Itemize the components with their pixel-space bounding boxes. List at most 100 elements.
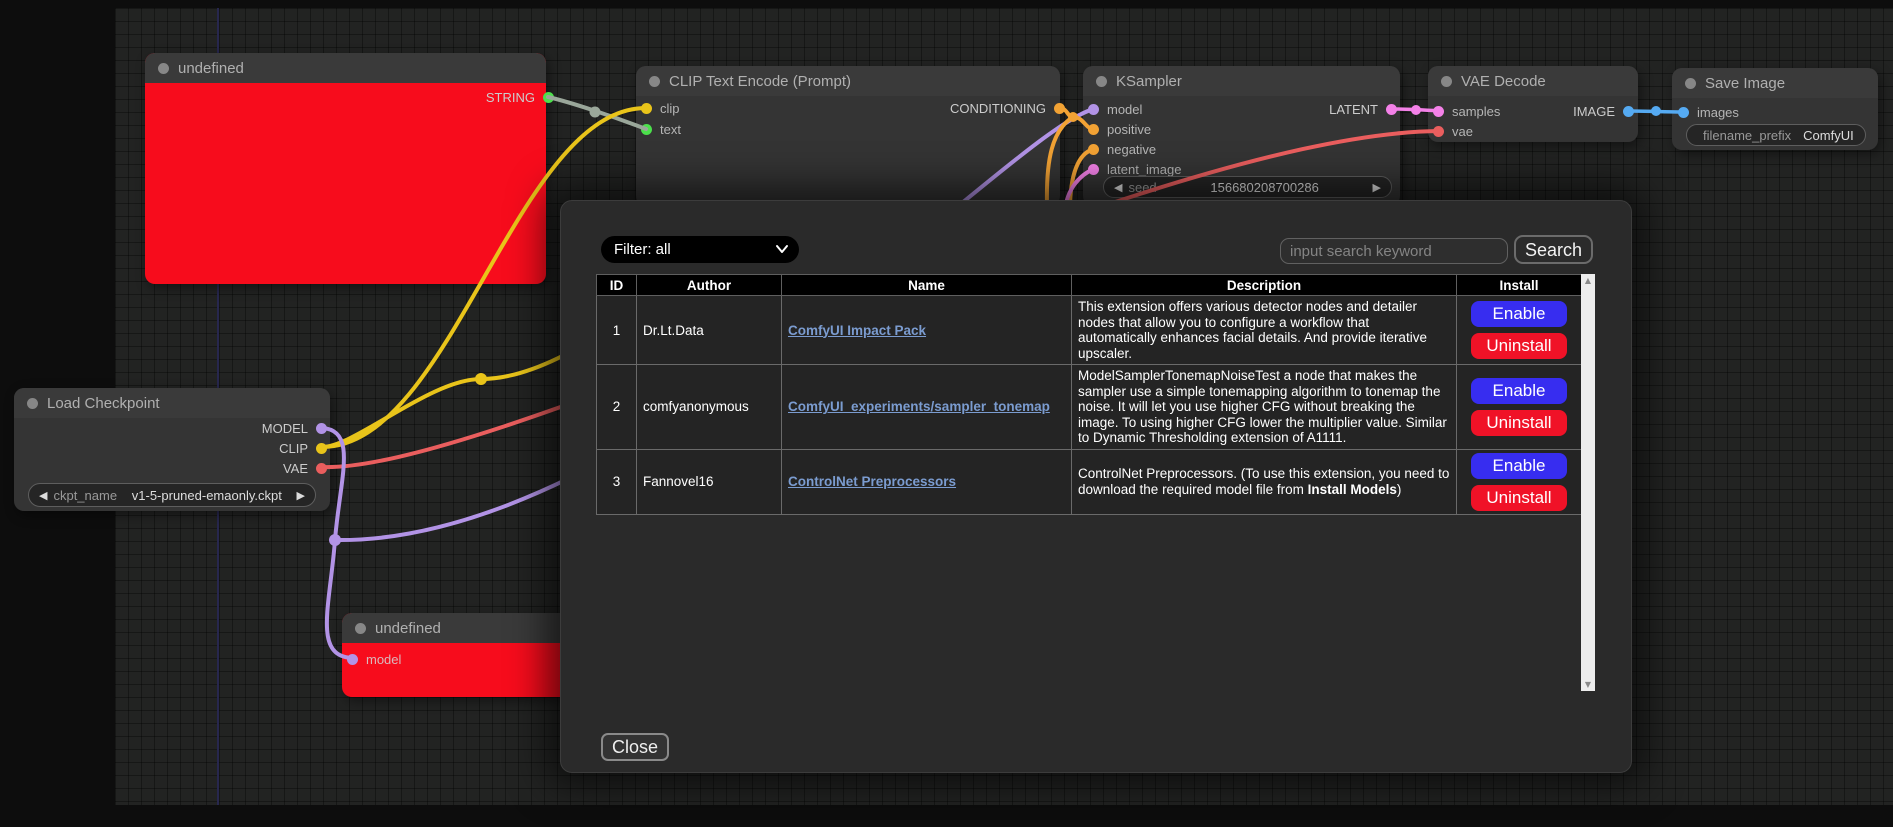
port-label: LATENT [1329,102,1378,117]
port-positive-input[interactable]: positive [1088,123,1151,135]
node-status-dot-icon [649,76,660,87]
string-port-dot[interactable] [543,92,554,103]
node-header[interactable]: undefined [145,53,546,83]
model-out-port-dot[interactable] [316,423,327,434]
seed-increment-icon[interactable]: ▶ [1373,181,1381,194]
node-header[interactable]: Save Image [1672,68,1878,98]
extension-manager-dialog: Filter: all Search ID Author Name Descri… [560,200,1632,773]
node-undefined-top[interactable]: undefined STRING [145,53,546,284]
node-title: VAE Decode [1461,73,1546,90]
scroll-up-icon[interactable]: ▲ [1585,274,1591,287]
port-string-output[interactable]: STRING [486,91,554,103]
port-model-output[interactable]: MODEL [262,422,327,434]
cell-id: 3 [597,449,637,514]
search-button[interactable]: Search [1514,235,1593,264]
seed-widget[interactable]: ◀ seed 156680208700286 ▶ [1103,176,1392,198]
enable-button[interactable]: Enable [1471,378,1567,404]
negative-port-dot[interactable] [1088,144,1099,155]
port-label: latent_image [1107,162,1181,177]
seed-widget-value: 156680208700286 [1210,180,1318,195]
extension-link[interactable]: ComfyUI Impact Pack [788,323,926,338]
text-port-dot[interactable] [641,124,652,135]
port-clip-output[interactable]: CLIP [279,442,327,454]
extension-link[interactable]: ComfyUI_experiments/sampler_tonemap [788,399,1050,414]
header-author: Author [637,275,782,296]
node-clip-text-encode[interactable]: CLIP Text Encode (Prompt) clip text COND… [636,66,1060,206]
port-model-input[interactable]: model [347,653,401,665]
model-port-dot[interactable] [347,654,358,665]
cell-author: Dr.Lt.Data [637,296,782,365]
port-conditioning-output[interactable]: CONDITIONING [950,102,1065,114]
description-text: ) [1397,482,1402,497]
table-scrollbar[interactable]: ▲ ▼ [1581,274,1595,691]
table-row: 3 Fannovel16 ControlNet Preprocessors Co… [597,449,1582,514]
port-label: STRING [486,90,535,105]
port-label: MODEL [262,421,308,436]
scroll-down-icon[interactable]: ▼ [1585,678,1591,691]
cell-author: comfyanonymous [637,365,782,450]
header-name: Name [782,275,1072,296]
images-port-dot[interactable] [1678,107,1689,118]
header-install: Install [1457,275,1582,296]
port-samples-input[interactable]: samples [1433,105,1500,117]
widget-label: filename_prefix [1703,128,1791,143]
extension-link[interactable]: ControlNet Preprocessors [788,474,956,489]
uninstall-button[interactable]: Uninstall [1471,410,1567,436]
filter-select[interactable]: Filter: all [601,236,799,263]
cell-author: Fannovel16 [637,449,782,514]
samples-port-dot[interactable] [1433,106,1444,117]
model-port-dot[interactable] [1088,104,1099,115]
node-header[interactable]: KSampler [1083,66,1400,96]
port-label: model [1107,102,1142,117]
node-header[interactable]: Load Checkpoint [14,388,330,418]
latent-port-dot[interactable] [1386,104,1397,115]
clip-port-dot[interactable] [641,103,652,114]
search-input[interactable] [1280,238,1508,264]
seed-widget-label: seed [1128,180,1156,195]
enable-button[interactable]: Enable [1471,453,1567,479]
node-title: KSampler [1116,73,1182,90]
conditioning-port-dot[interactable] [1054,103,1065,114]
port-negative-input[interactable]: negative [1088,143,1156,155]
filter-select-wrap[interactable]: Filter: all [601,236,799,263]
uninstall-button[interactable]: Uninstall [1471,485,1567,511]
node-title: undefined [375,620,441,637]
port-vae-output[interactable]: VAE [283,462,327,474]
ckpt-increment-icon[interactable]: ▶ [297,489,305,502]
node-title: undefined [178,60,244,77]
port-text-input[interactable]: text [641,123,681,135]
node-status-dot-icon [1096,76,1107,87]
enable-button[interactable]: Enable [1471,301,1567,327]
node-header[interactable]: VAE Decode [1428,66,1638,96]
vae-port-dot[interactable] [1433,126,1444,137]
comfyui-canvas[interactable]: undefined STRING CLIP Text Encode (Promp… [0,0,1893,827]
node-title: Save Image [1705,75,1785,92]
node-header[interactable]: CLIP Text Encode (Prompt) [636,66,1060,96]
vae-out-port-dot[interactable] [316,463,327,474]
ckpt-name-widget[interactable]: ◀ ckpt_name v1-5-pruned-emaonly.ckpt ▶ [28,483,316,507]
node-load-checkpoint[interactable]: Load Checkpoint MODEL CLIP VAE ◀ ckpt_na… [14,388,330,511]
port-latent-output[interactable]: LATENT [1329,103,1397,115]
port-model-input[interactable]: model [1088,103,1142,115]
port-images-input[interactable]: images [1678,106,1739,118]
node-save-image[interactable]: Save Image images filename_prefix ComfyU… [1672,68,1878,150]
node-undefined-bottom[interactable]: undefined model [342,613,572,697]
cell-id: 2 [597,365,637,450]
close-button[interactable]: Close [601,733,669,761]
ckpt-decrement-icon[interactable]: ◀ [39,489,47,502]
image-port-dot[interactable] [1623,106,1634,117]
port-image-output[interactable]: IMAGE [1573,105,1634,117]
seed-decrement-icon[interactable]: ◀ [1114,181,1122,194]
port-latent-image-input[interactable]: latent_image [1088,163,1181,175]
port-vae-input[interactable]: vae [1433,125,1473,137]
node-ksampler[interactable]: KSampler model positive negative latent_… [1083,66,1400,206]
node-header[interactable]: undefined [342,613,572,643]
clip-out-port-dot[interactable] [316,443,327,454]
port-clip-input[interactable]: clip [641,102,680,114]
latent-image-port-dot[interactable] [1088,164,1099,175]
filename-prefix-widget[interactable]: filename_prefix ComfyUI [1686,124,1866,146]
node-vae-decode[interactable]: VAE Decode samples vae IMAGE [1428,66,1638,142]
positive-port-dot[interactable] [1088,124,1099,135]
node-status-dot-icon [355,623,366,634]
uninstall-button[interactable]: Uninstall [1471,333,1567,359]
